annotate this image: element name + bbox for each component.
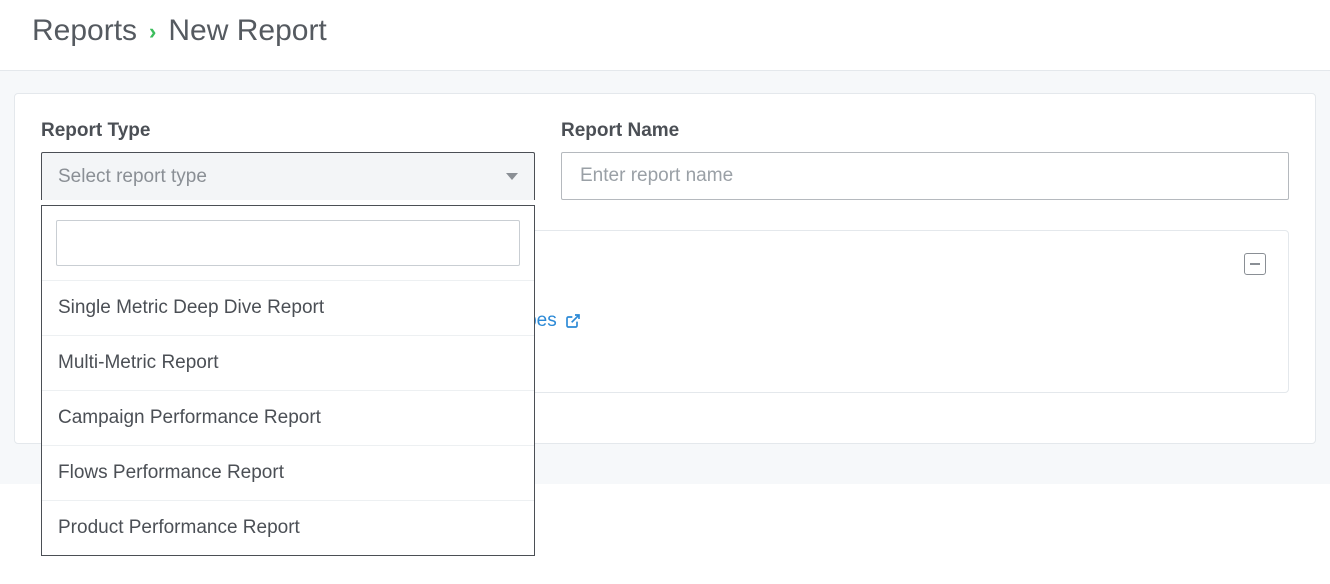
external-link-icon xyxy=(565,313,581,329)
breadcrumb-root[interactable]: Reports xyxy=(32,14,137,48)
report-name-group: Report Name xyxy=(561,120,1289,200)
dropdown-option[interactable]: Single Metric Deep Dive Report xyxy=(42,280,534,335)
breadcrumb-current: New Report xyxy=(168,14,326,48)
report-name-input[interactable] xyxy=(561,152,1289,200)
report-form-card: Report Type Select report type Single Me… xyxy=(14,93,1316,444)
dropdown-search-input[interactable] xyxy=(56,220,520,266)
chevron-right-icon: › xyxy=(149,19,156,45)
dropdown-option[interactable]: Product Performance Report xyxy=(42,500,534,555)
dropdown-option[interactable]: Multi-Metric Report xyxy=(42,335,534,390)
form-row: Report Type Select report type Single Me… xyxy=(41,120,1289,200)
page-header: Reports › New Report xyxy=(0,0,1330,70)
content-area: Report Type Select report type Single Me… xyxy=(0,70,1330,484)
dropdown-search-wrap xyxy=(42,206,534,280)
caret-down-icon xyxy=(506,173,518,180)
minus-icon xyxy=(1250,263,1260,265)
report-type-placeholder: Select report type xyxy=(58,166,207,188)
dropdown-option[interactable]: Campaign Performance Report xyxy=(42,390,534,445)
collapse-button[interactable] xyxy=(1244,253,1266,275)
report-type-label: Report Type xyxy=(41,120,535,142)
breadcrumb: Reports › New Report xyxy=(32,14,1298,48)
report-type-select[interactable]: Select report type xyxy=(41,152,535,200)
dropdown-option[interactable]: Flows Performance Report xyxy=(42,445,534,500)
report-type-dropdown: Single Metric Deep Dive Report Multi-Met… xyxy=(41,205,535,556)
report-type-group: Report Type Select report type Single Me… xyxy=(41,120,535,200)
report-name-label: Report Name xyxy=(561,120,1289,142)
